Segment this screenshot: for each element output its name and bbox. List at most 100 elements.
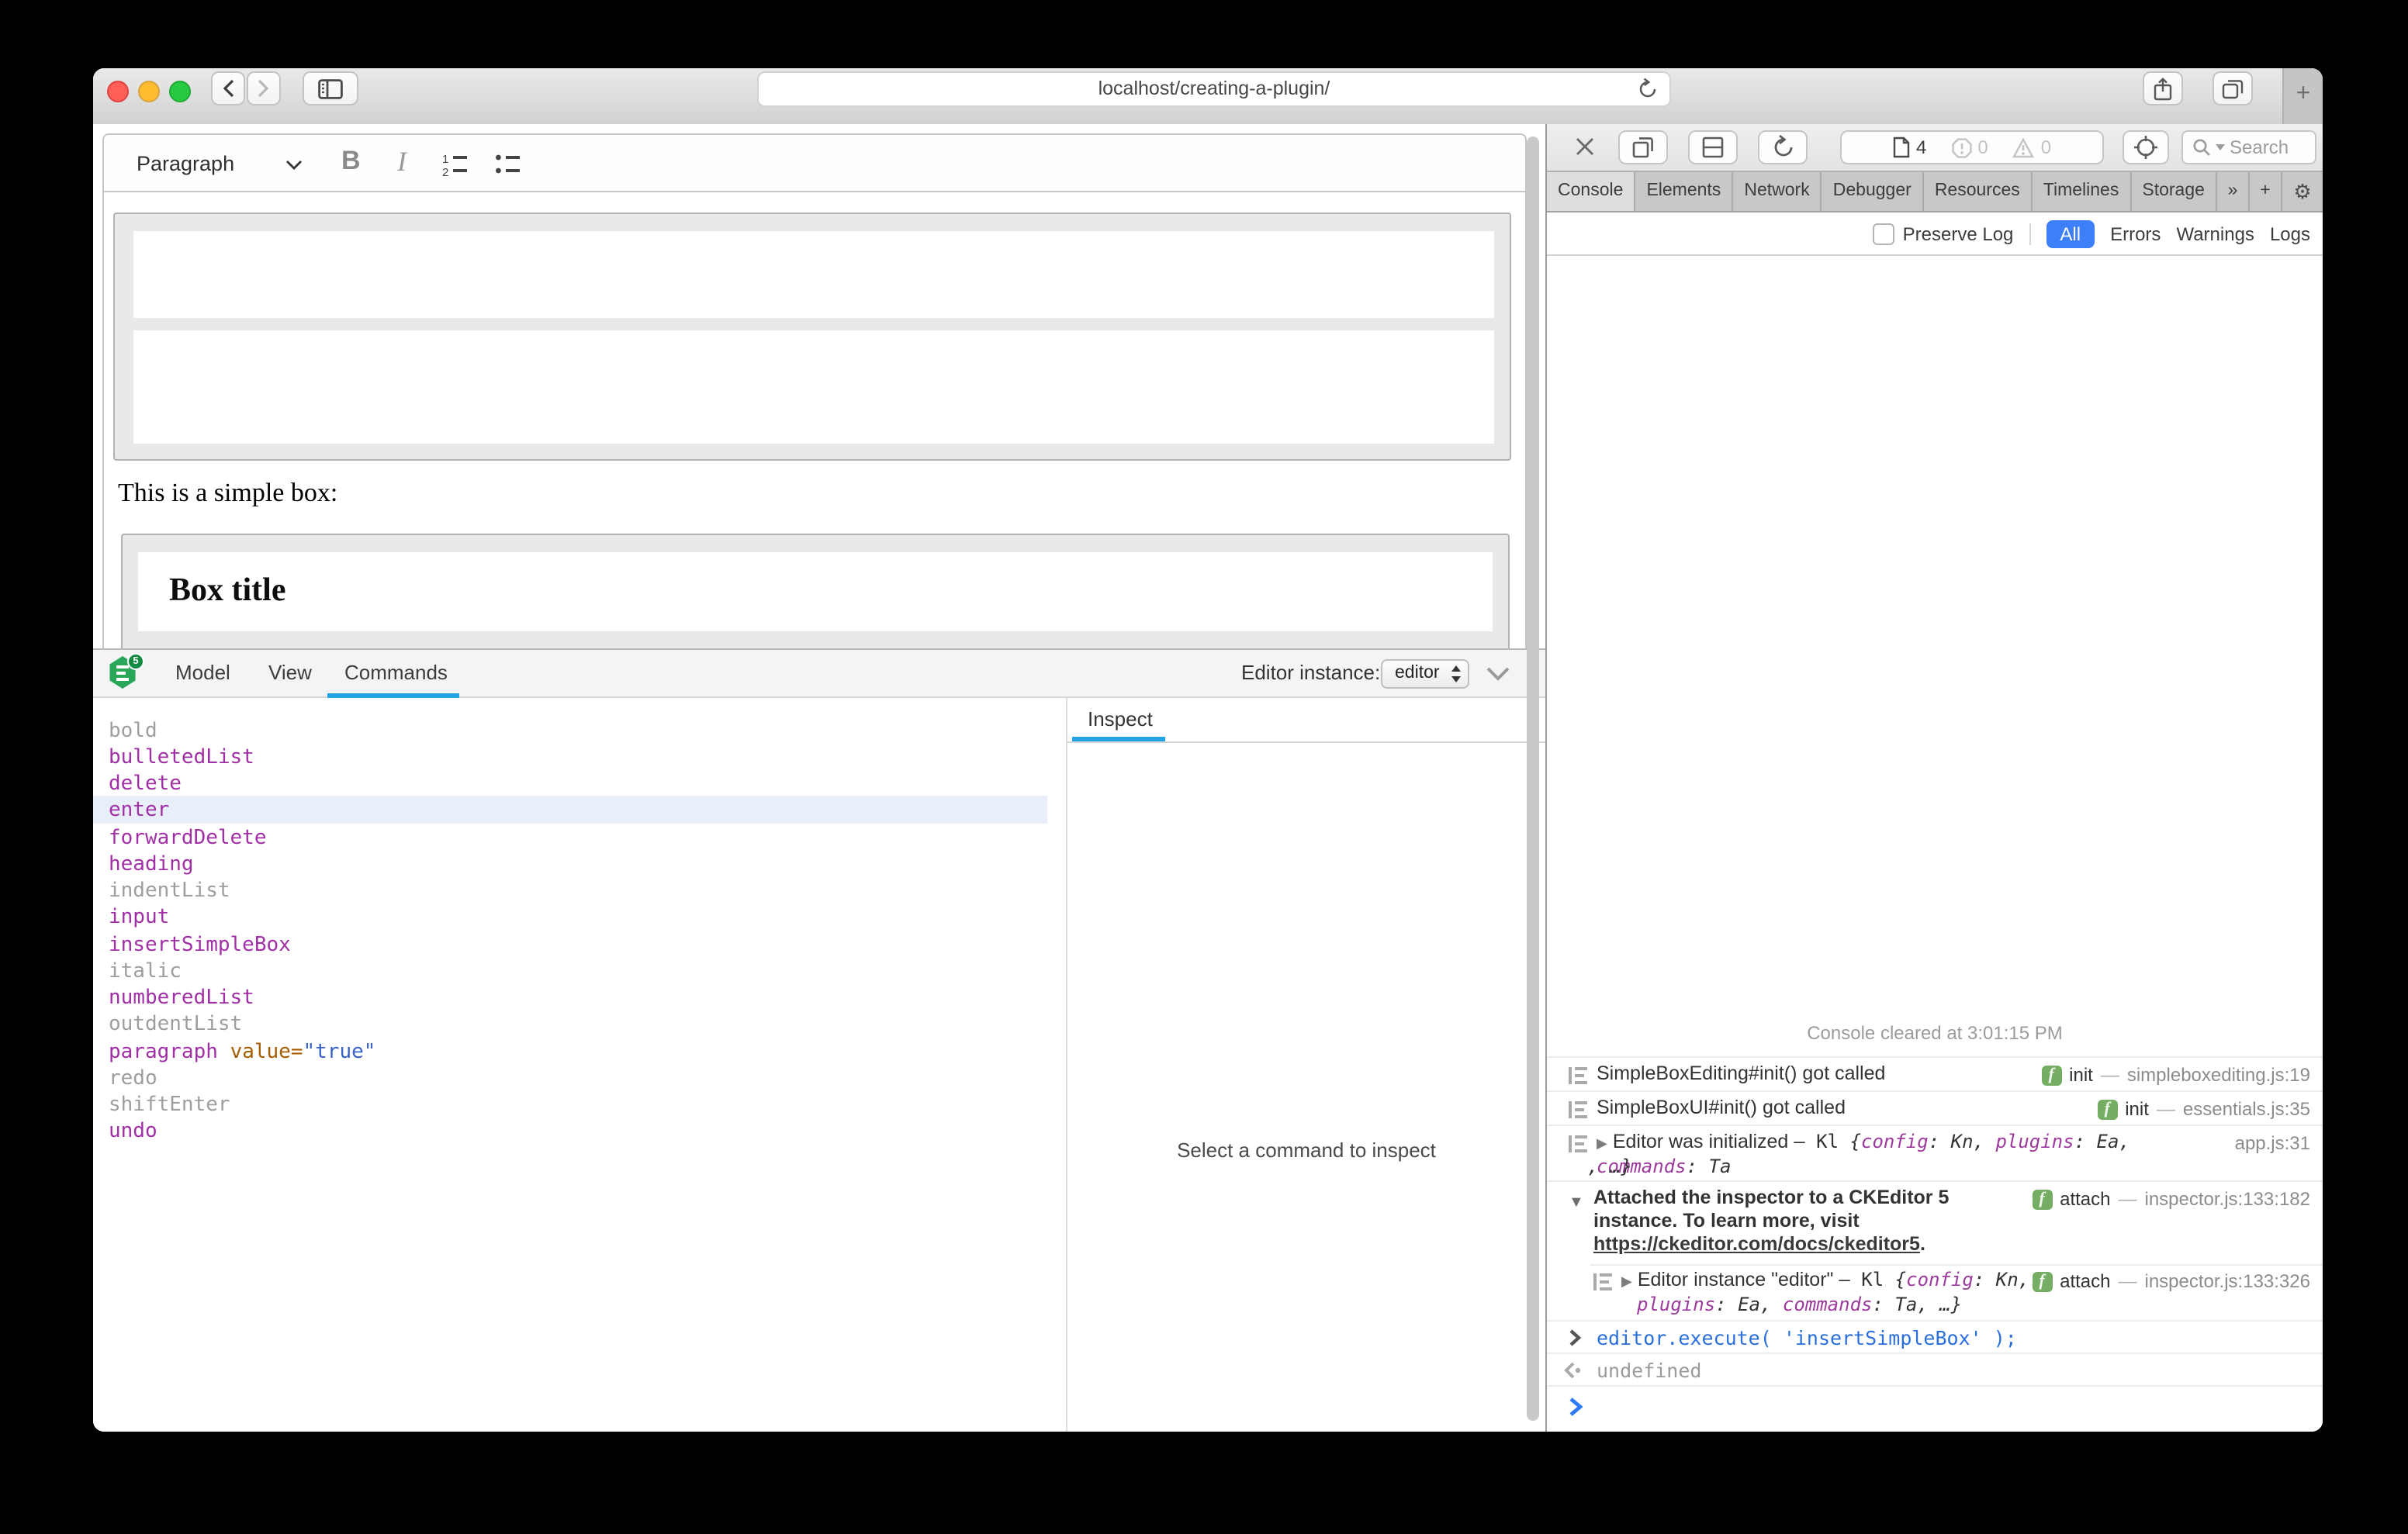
bulleted-list-button[interactable] [495,152,523,177]
reload-icon[interactable] [1637,78,1659,101]
command-attr-value: "true" [303,1041,376,1064]
simple-box-widget[interactable]: Box title [121,534,1510,648]
console-result-value: undefined [1597,1354,2090,1382]
simple-box-description-field[interactable] [133,330,1494,444]
simple-box-title-field[interactable]: Box title [138,552,1493,631]
svg-text:1: 1 [442,153,448,166]
console-prompt-row[interactable] [1547,1385,2323,1432]
log-location[interactable]: f init — simpleboxediting.js:19 [2041,1064,2310,1086]
document-icon [1893,136,1910,158]
console-log-row[interactable]: ▶ Editor was initialized – Kl {config: K… [1547,1125,2323,1180]
numbered-list-button[interactable]: 12 [442,152,470,177]
inspector-search-field[interactable]: Search [2181,130,2316,164]
editor-toolbar: Paragraph B I 12 [102,133,1527,192]
command-item[interactable]: redo [109,1067,157,1090]
dock-bottom-button[interactable] [1688,130,1738,164]
forward-icon [258,79,270,98]
bold-button[interactable]: B [341,146,361,177]
preserve-log-toggle[interactable]: Preserve Log [1873,223,2014,244]
collapse-triangle-icon[interactable]: ▼ [1569,1190,1584,1211]
tab-storage[interactable]: Storage [2131,172,2217,211]
console-info-row[interactable]: ▼ Attached the inspector to a CKEditor 5… [1547,1180,2323,1264]
error-icon [1951,137,1971,157]
preserve-log-checkbox[interactable] [1873,223,1895,244]
element-picker-button[interactable] [2123,130,2169,164]
command-item[interactable]: outdentList [109,1013,242,1036]
tab-elements[interactable]: Elements [1635,172,1733,211]
add-tab-button[interactable]: + [2250,172,2282,211]
heading-dropdown-label: Paragraph [137,136,234,192]
tab-console[interactable]: Console [1547,172,1635,211]
command-item[interactable]: input [109,906,169,929]
command-item[interactable]: indentList [109,879,230,903]
simple-box-widget-empty[interactable] [113,212,1511,461]
log-location[interactable]: f attach — inspector.js:133:326 [2032,1270,2310,1292]
filter-warnings[interactable]: Warnings [2176,223,2254,244]
search-scope-chevron-icon [2216,144,2225,150]
forward-button[interactable] [247,71,281,105]
tab-timelines[interactable]: Timelines [2033,172,2132,211]
command-item[interactable]: delete [109,772,182,796]
simple-box-title-field[interactable] [133,231,1494,318]
tab-network[interactable]: Network [1733,172,1822,211]
detach-inspector-button[interactable] [1618,130,1668,164]
tab-model[interactable]: Model [175,650,230,696]
log-location[interactable]: app.js:31 [2235,1132,2310,1154]
share-button[interactable] [2143,71,2183,105]
warning-icon [2013,137,2035,157]
command-item-selected[interactable]: enter [109,799,169,822]
command-item[interactable]: insertSimpleBox [109,934,291,957]
filter-logs[interactable]: Logs [2270,223,2310,244]
console-result-row[interactable]: undefined [1547,1353,2323,1385]
ckeditor-docs-link[interactable]: https://ckeditor.com/docs/ckeditor5 [1593,1233,1920,1255]
tab-overflow-button[interactable]: » [2217,172,2250,211]
tab-debugger[interactable]: Debugger [1822,172,1924,211]
address-bar[interactable]: localhost/creating-a-plugin/ [757,71,1671,107]
settings-gear-icon[interactable]: ⚙ [2282,172,2323,211]
console-log-row[interactable]: SimpleBoxEditing#init() got called f ini… [1547,1056,2323,1090]
close-inspector-icon[interactable] [1575,136,1595,157]
tab-commands[interactable]: Commands [344,650,448,696]
command-item[interactable]: bold [109,720,157,743]
command-item[interactable]: heading [109,853,194,876]
sidebar-toggle-button[interactable] [303,71,358,105]
expand-triangle-icon[interactable]: ▶ [1597,1135,1607,1151]
expand-triangle-icon[interactable]: ▶ [1621,1273,1632,1289]
filter-errors[interactable]: Errors [2110,223,2161,244]
command-item[interactable]: paragraph value="true" [109,1041,375,1064]
tab-resources[interactable]: Resources [1924,172,2033,211]
heading-dropdown[interactable]: Paragraph [104,136,321,189]
minimize-window-button[interactable] [138,81,160,102]
command-item[interactable]: undo [109,1120,157,1143]
log-location[interactable]: f attach — inspector.js:133:182 [2032,1188,2310,1210]
collapse-panel-icon[interactable] [1486,667,1510,681]
tab-view[interactable]: View [268,650,312,696]
editor-instance-select[interactable]: editor [1381,659,1469,689]
console-input-echo-row[interactable]: editor.execute( 'insertSimpleBox' ); [1547,1320,2323,1353]
close-window-button[interactable] [107,81,129,102]
command-item[interactable]: bulletedList [109,746,254,769]
function-badge-icon: f [2041,1065,2061,1085]
command-item[interactable]: numberedList [109,986,254,1010]
page-scrollbar[interactable] [1527,136,1539,1421]
italic-button[interactable]: I [397,146,407,178]
editor-editable[interactable]: This is a simple box: Box title [102,192,1527,648]
search-icon [2192,138,2211,157]
log-icon [1569,1101,1587,1118]
tab-overview-button[interactable] [2213,71,2253,105]
tab-inspect[interactable]: Inspect [1088,698,1153,740]
url-text: localhost/creating-a-plugin/ [759,73,1669,105]
log-message: Attached the inspector to a CKEditor 5 i… [1593,1187,1949,1232]
back-button[interactable] [211,71,245,105]
command-item[interactable]: italic [109,960,182,983]
zoom-window-button[interactable] [169,81,191,102]
command-item[interactable]: shiftEnter [109,1093,230,1117]
new-tab-button[interactable]: + [2282,68,2323,124]
reload-page-button[interactable] [1758,130,1808,164]
filter-all[interactable]: All [2046,219,2095,247]
command-item[interactable]: forwardDelete [109,827,267,850]
console-log-row-child[interactable]: ▶ Editor instance "editor" – Kl {config:… [1547,1264,2323,1320]
log-location[interactable]: f init — essentials.js:35 [2097,1098,2310,1120]
issues-summary-group[interactable]: 4 0 0 [1840,130,2104,164]
console-log-row[interactable]: SimpleBoxUI#init() got called f init — e… [1547,1090,2323,1125]
